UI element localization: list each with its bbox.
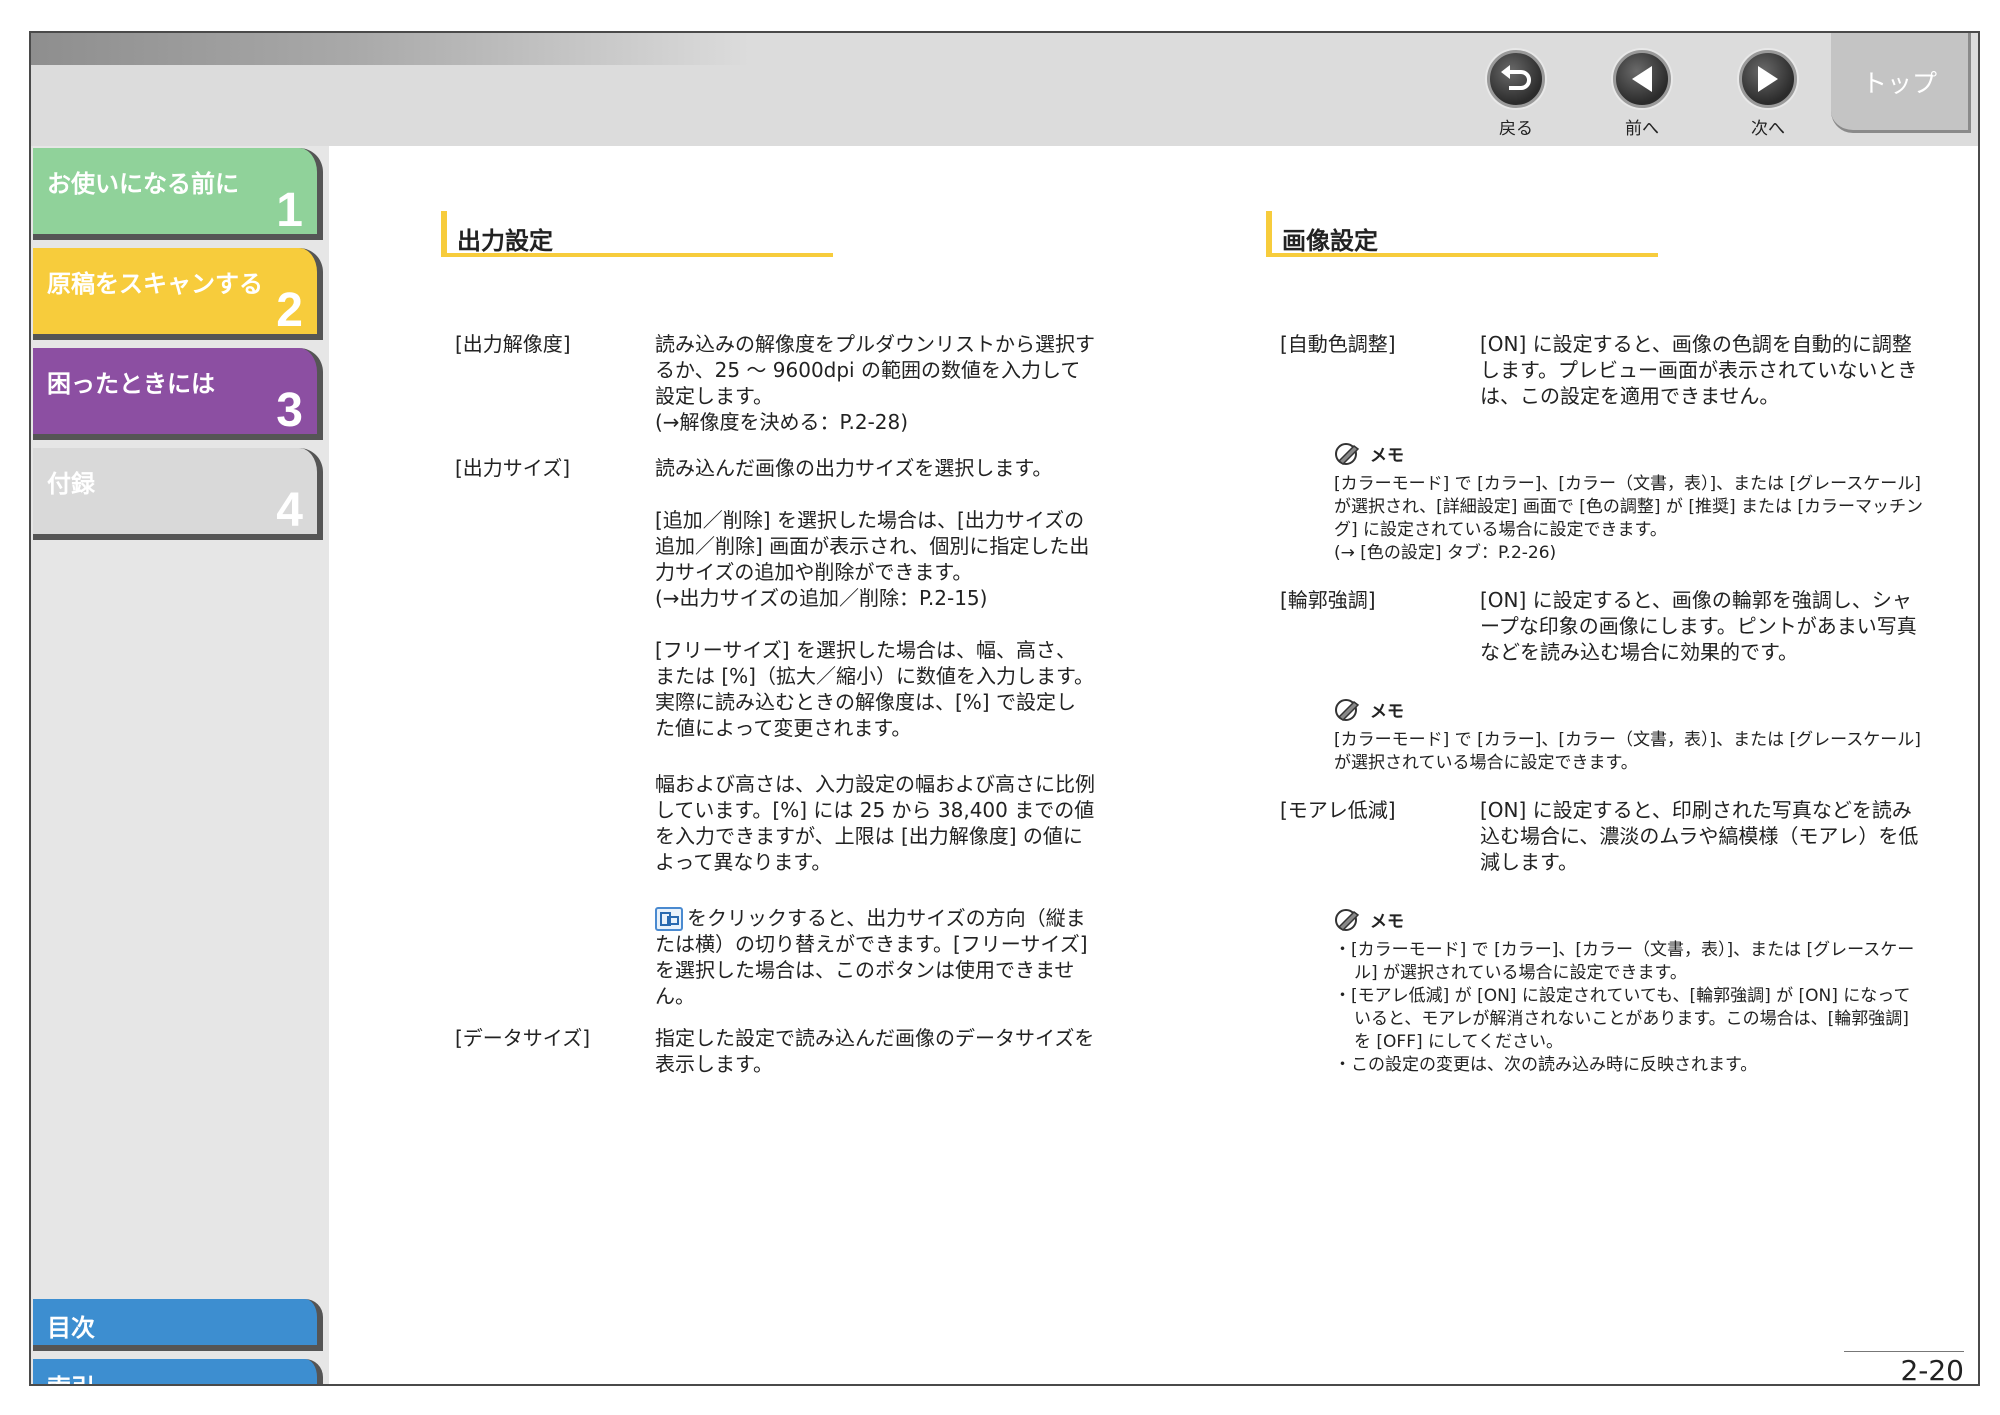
toc-label: 目次 <box>47 1314 95 1342</box>
desc-width-height: 幅および高さは、入力設定の幅および高さに比例しています。[%] には 25 から… <box>655 772 1095 874</box>
prev-button[interactable]: 前へ <box>1592 50 1692 150</box>
chapter-2-tab[interactable]: 原稿をスキャンする 2 <box>33 248 323 340</box>
header-gradient <box>31 33 751 65</box>
desc-output-resolution: 読み込みの解像度をプルダウンリストから選択するか、25 〜 9600dpi の範… <box>655 332 1095 434</box>
term-moire-reduction: [モアレ低減] <box>1280 798 1396 822</box>
memo-3-list: ・[カラーモード] で [カラー]、[カラー（文書，表）]、または [グレースケ… <box>1334 939 1924 1077</box>
right-section-title: 画像設定 <box>1266 211 1378 257</box>
desc-data-size: 指定した設定で読み込んだ画像のデータサイズを表示します。 <box>655 1026 1095 1076</box>
memo-2-label: メモ <box>1370 702 1404 722</box>
chapter-2-number: 2 <box>276 284 303 337</box>
term-edge-enhance: [輪郭強調] <box>1280 588 1376 612</box>
back-arrow-icon <box>1487 50 1545 108</box>
term-output-size: [出力サイズ] <box>455 456 571 480</box>
back-button[interactable]: 戻る <box>1466 50 1566 150</box>
left-title-underline <box>441 253 833 257</box>
desc-add-delete: [追加／削除] を選択した場合は、[出力サイズの追加／削除] 画面が表示され、個… <box>655 508 1090 610</box>
memo-3-header: メモ <box>1334 907 1404 932</box>
chapter-4-number: 4 <box>276 484 303 537</box>
index-button[interactable]: 索引 <box>33 1359 323 1384</box>
chapter-3-number: 3 <box>276 384 303 437</box>
desc-moire-reduction: [ON] に設定すると、印刷された写真などを読み込む場合に、濃淡のムラや縞模様（… <box>1480 798 1919 874</box>
memo-3-label: メモ <box>1370 912 1404 932</box>
index-label: 索引 <box>47 1368 95 1384</box>
term-data-size: [データサイズ] <box>455 1026 591 1050</box>
pencil-icon <box>1335 442 1360 465</box>
sidebar: お使いになる前に 1 原稿をスキャンする 2 困ったときには 3 付録 4 目次… <box>31 146 329 1384</box>
term-auto-color: [自動色調整] <box>1280 332 1396 356</box>
memo-3-item: ・[カラーモード] で [カラー]、[カラー（文書，表）]、または [グレースケ… <box>1334 940 1915 983</box>
chapter-1-number: 1 <box>276 184 303 237</box>
memo-1-text: [カラーモード] で [カラー]、[カラー（文書，表）]、または [グレースケー… <box>1334 474 1924 563</box>
desc-orientation: をクリックすると、出力サイズの方向（縦または横）の切り替えができます。[フリーサ… <box>655 906 1088 1008</box>
term-output-resolution: [出力解像度] <box>455 332 571 356</box>
desc-output-size: 読み込んだ画像の出力サイズを選択します。 <box>655 456 1053 480</box>
toc-button[interactable]: 目次 <box>33 1299 323 1351</box>
pencil-icon <box>1335 698 1360 721</box>
desc-edge-enhance: [ON] に設定すると、画像の輪郭を強調し、シャープな印象の画像にします。ピント… <box>1480 588 1917 664</box>
next-label: 次へ <box>1751 119 1785 139</box>
desc-free-size: [フリーサイズ] を選択した場合は、幅、高さ、または [%]（拡大／縮小）に数値… <box>655 638 1094 740</box>
chapter-1-tab[interactable]: お使いになる前に 1 <box>33 148 323 240</box>
chapter-4-title: 付録 <box>47 470 95 498</box>
right-title-underline <box>1266 253 1658 257</box>
memo-1-label: メモ <box>1370 446 1404 466</box>
pencil-icon <box>1335 908 1360 931</box>
chapter-2-title: 原稿をスキャンする <box>47 270 263 298</box>
header-bar: 戻る 前へ 次へ トップ <box>31 33 1978 146</box>
top-tab[interactable]: トップ <box>1831 33 1971 133</box>
memo-1-header: メモ <box>1334 441 1404 466</box>
memo-3-item: ・この設定の変更は、次の読み込み時に反映されます。 <box>1334 1055 1758 1075</box>
right-triangle-icon <box>1739 50 1797 108</box>
memo-3-item: ・[モアレ低減] が [ON] に設定されていても、[輪郭強調] が [ON] … <box>1334 986 1911 1052</box>
page-frame: 戻る 前へ 次へ トップ お使いになる前に 1 原稿をスキャンする 2 困ったと… <box>29 31 1980 1386</box>
page-number: 2-20 <box>1844 1351 1964 1384</box>
next-button[interactable]: 次へ <box>1718 50 1818 150</box>
chapter-3-title: 困ったときには <box>47 370 215 398</box>
left-triangle-icon <box>1613 50 1671 108</box>
chapter-1-title: お使いになる前に <box>47 170 239 198</box>
desc-auto-color: [ON] に設定すると、画像の色調を自動的に調整します。プレビュー画面が表示され… <box>1480 332 1918 408</box>
left-section-title: 出力設定 <box>441 211 553 257</box>
chapter-4-tab[interactable]: 付録 4 <box>33 448 323 540</box>
back-label: 戻る <box>1499 119 1533 139</box>
prev-label: 前へ <box>1625 119 1659 139</box>
memo-2-header: メモ <box>1334 697 1404 722</box>
memo-2-text: [カラーモード] で [カラー]、[カラー（文書，表）]、または [グレースケー… <box>1334 730 1921 773</box>
chapter-3-tab[interactable]: 困ったときには 3 <box>33 348 323 440</box>
